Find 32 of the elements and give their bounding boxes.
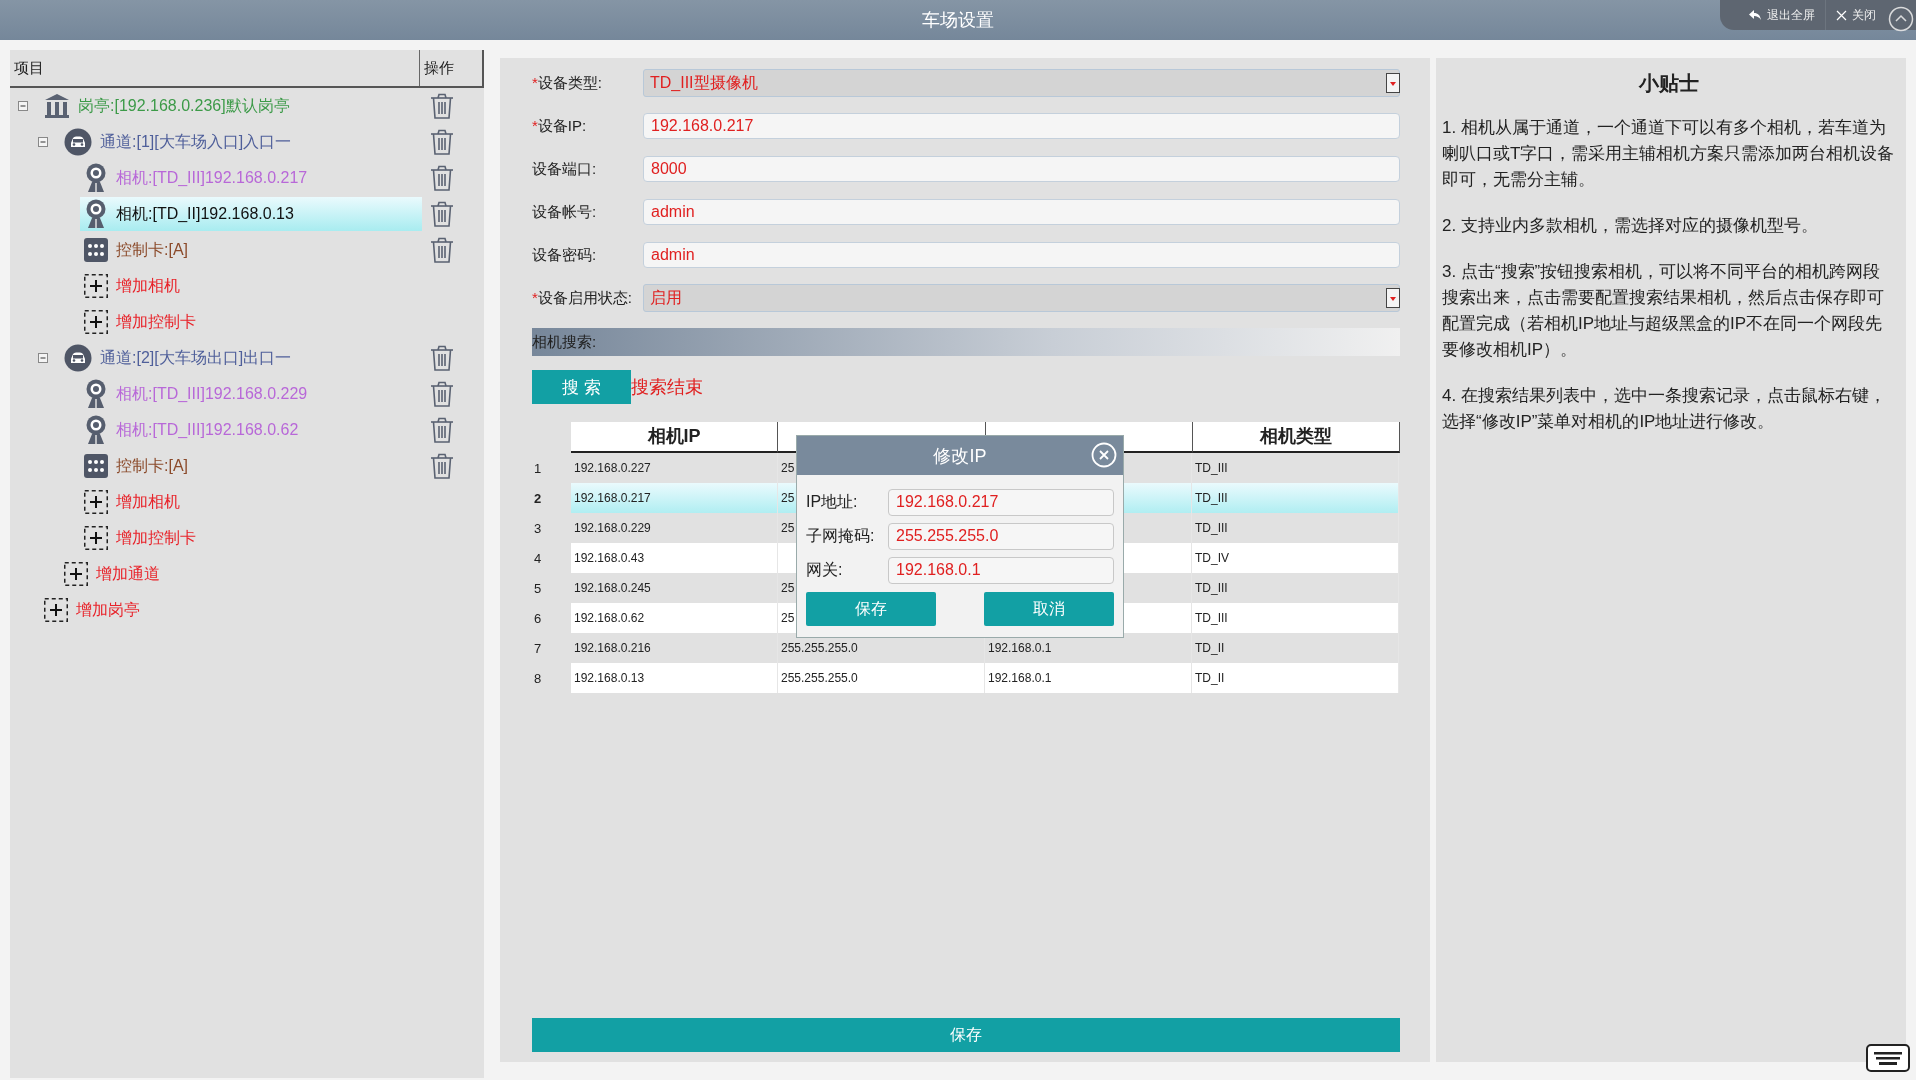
table-cell: 192.168.0.1 (985, 663, 1192, 693)
table-cell: TD_II (1192, 663, 1399, 693)
row-number: 5 (533, 580, 543, 596)
row-number: 1 (533, 460, 543, 476)
table-cell: 192.168.0.13 (571, 663, 778, 693)
field-label: 设备帐号: (532, 202, 598, 222)
field-label: 设备端口: (532, 159, 598, 179)
field-label: *设备类型: (532, 73, 603, 93)
column-header: 相机IP (571, 422, 779, 453)
tip-paragraph: 3. 点击“搜索”按钮搜索相机，可以将不同平台的相机跨网段搜索出来，点击需要配置搜索结果相机，然后点击保存即可配置完成（若相机IP地址与超级黑盒的IP不在同一个网段先要修改相机IP）。 (1442, 261, 1885, 361)
column-header: 操作 (419, 50, 484, 86)
tips-title: 小贴士 (1637, 71, 1700, 96)
field-label: *设备IP: (532, 116, 588, 136)
row-number: 6 (533, 610, 543, 626)
row-number: 4 (533, 550, 543, 566)
tip-paragraph: 4. 在搜索结果列表中，选中一条搜索记录，点击鼠标右键，选择“修改IP”菜单对相机的IP地址进行修改。 (1442, 385, 1887, 433)
column-header: 相机类型 (1192, 422, 1400, 453)
field-label: *设备启用状态: (532, 288, 633, 308)
field-label: 设备密码: (532, 245, 598, 265)
window-title: 车场设置 (922, 9, 994, 32)
tip-paragraph: 1. 相机从属于通道，一个通道下可以有多个相机，若车道为喇叭口或T字口，需采用主辅相机方案只需添加两台相机设备即可，无需分主辅。 (1442, 117, 1896, 191)
tip-paragraph: 2. 支持业内多款相机，需选择对应的摄像机型号。 (1442, 215, 1819, 237)
row-number: 8 (533, 670, 543, 686)
status-text: 搜索结束 (631, 376, 703, 399)
row-number: 7 (533, 640, 543, 656)
field-label: IP地址: (806, 491, 859, 512)
field-label: 子网掩码: (806, 525, 876, 546)
row-number: 3 (533, 520, 543, 536)
row-number: 2 (533, 490, 543, 506)
section-header: 相机搜索: (532, 328, 1400, 356)
column-header: 项目 (13, 58, 45, 78)
table-cell: 255.255.255.0 (778, 663, 985, 693)
